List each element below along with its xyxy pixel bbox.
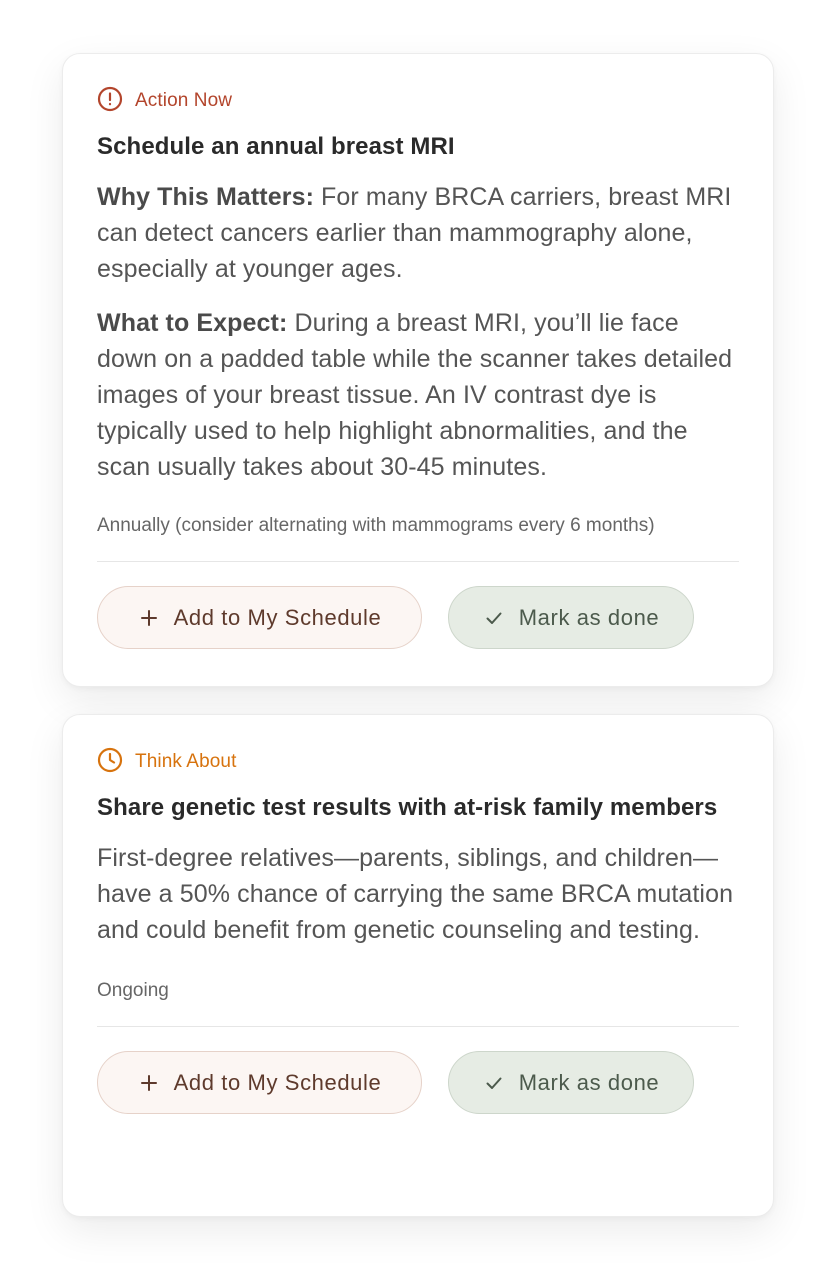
mark-as-done-label: Mark as done xyxy=(518,604,660,630)
add-to-schedule-label: Add to My Schedule xyxy=(173,1069,382,1095)
priority-badge: Think About xyxy=(97,745,739,779)
mark-as-done-button[interactable]: Mark as done xyxy=(448,1051,694,1114)
expect-label: What to Expect: xyxy=(97,309,288,337)
why-this-matters: Why This Matters: For many BRCA carriers… xyxy=(97,179,739,287)
add-to-schedule-button[interactable]: Add to My Schedule xyxy=(97,1051,422,1114)
clock-icon xyxy=(97,747,123,778)
card-actions: Add to My Schedule Mark as done xyxy=(97,586,739,649)
plus-icon xyxy=(138,1072,160,1094)
check-icon xyxy=(483,1072,505,1094)
add-to-schedule-button[interactable]: Add to My Schedule xyxy=(97,586,422,649)
why-label: Why This Matters: xyxy=(97,183,314,211)
plus-icon xyxy=(138,607,160,629)
what-to-expect: What to Expect: During a breast MRI, you… xyxy=(97,305,739,485)
priority-label: Action Now xyxy=(135,90,233,111)
divider xyxy=(97,561,739,562)
mark-as-done-label: Mark as done xyxy=(518,1069,660,1095)
frequency-text: Ongoing xyxy=(97,980,169,1001)
check-icon xyxy=(483,607,505,629)
card-title: Share genetic test results with at-risk … xyxy=(97,794,718,821)
divider xyxy=(97,1026,739,1027)
card-actions: Add to My Schedule Mark as done xyxy=(97,1051,739,1114)
card-title: Schedule an annual breast MRI xyxy=(97,133,455,160)
card-description: First-degree relatives—parents, siblings… xyxy=(97,844,734,944)
recommendation-card: Think About Share genetic test results w… xyxy=(62,714,774,1217)
alert-circle-icon xyxy=(97,86,123,117)
priority-badge: Action Now xyxy=(97,84,739,118)
frequency-text: Annually (consider alternating with mamm… xyxy=(97,515,655,536)
add-to-schedule-label: Add to My Schedule xyxy=(173,604,382,630)
recommendation-card: Action Now Schedule an annual breast MRI… xyxy=(62,53,774,687)
priority-label: Think About xyxy=(135,751,237,772)
mark-as-done-button[interactable]: Mark as done xyxy=(448,586,694,649)
